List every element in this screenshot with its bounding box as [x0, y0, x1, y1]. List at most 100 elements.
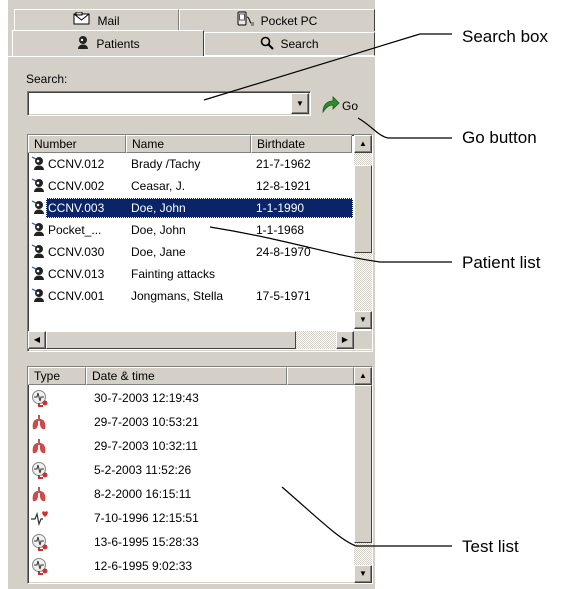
patient-birthdate-cell: 17-5-1971 — [256, 289, 311, 303]
patient-number-cell: CCNV.030 — [48, 245, 105, 259]
patient-row[interactable]: CCNV.030 Doe, Jane 24-8-1970 — [28, 242, 354, 262]
horizontal-scrollbar-thumb[interactable] — [46, 331, 296, 349]
test-datetime-cell: 29-7-2003 10:53:21 — [94, 415, 199, 429]
go-arrow-icon — [320, 95, 340, 118]
spirometry-icon — [30, 413, 50, 431]
callout-go-button: Go button — [462, 128, 537, 147]
scroll-right-button[interactable]: ▶ — [336, 331, 354, 349]
patient-icon — [31, 222, 46, 237]
column-header-date-time[interactable]: Date & time — [86, 367, 287, 385]
patient-name-cell: Brady /Tachy — [131, 157, 201, 171]
test-row[interactable]: 7-10-1996 12:15:51 — [28, 508, 354, 528]
scroll-up-button[interactable]: ▲ — [354, 135, 372, 153]
column-header-name[interactable]: Name — [126, 135, 251, 153]
patient-birthdate-cell: 12-8-1921 — [256, 179, 311, 193]
patient-list[interactable]: Number Name Birthdate CCNV.012 Brady /Tac… — [27, 134, 373, 352]
patient-number-cell: Pocket_... — [48, 223, 102, 237]
test-datetime-cell: 12-6-1995 9:02:33 — [94, 559, 193, 573]
ecg-icon — [30, 509, 50, 527]
tab-search[interactable]: Search — [204, 32, 375, 56]
search-icon — [260, 36, 275, 53]
search-input[interactable]: ▼ — [27, 91, 311, 116]
test-datetime-cell: 13-6-1995 15:28:33 — [94, 535, 199, 549]
patient-icon — [31, 178, 46, 193]
patient-row[interactable]: Pocket_... Doe, John 1-1-1968 — [28, 220, 354, 240]
patient-number-cell: CCNV.003 — [48, 201, 105, 215]
patient-icon — [31, 266, 46, 281]
tab-pocket-pc[interactable]: Pocket PC — [179, 9, 375, 31]
patient-number-cell: CCNV.001 — [48, 289, 105, 303]
test-list[interactable]: Type Date & time 30-7-2003 12:19:43 29-7-… — [27, 366, 373, 584]
mail-icon — [73, 11, 91, 29]
scroll-left-button[interactable]: ◀ — [28, 331, 46, 349]
patient-name-cell: Jongmans, Stella — [131, 289, 224, 303]
test-datetime-cell: 5-2-2003 11:52:26 — [94, 463, 192, 477]
patient-icon — [31, 288, 46, 303]
test-datetime-cell: 7-10-1996 12:15:51 — [94, 511, 199, 525]
patient-number-cell: CCNV.002 — [48, 179, 105, 193]
test-scrollbar-thumb[interactable] — [354, 385, 372, 543]
test-row[interactable]: 8-2-2000 16:15:11 — [28, 484, 354, 504]
scroll-down-button[interactable]: ▼ — [354, 311, 372, 329]
spirometry-icon — [30, 485, 50, 503]
patient-icon — [31, 244, 46, 259]
column-header-birthdate[interactable]: Birthdate — [251, 135, 352, 153]
test-row[interactable]: 5-2-2003 11:52:26 — [28, 460, 354, 480]
patient-birthdate-cell: 1-1-1990 — [256, 201, 305, 215]
holter-test-icon — [30, 461, 50, 479]
test-row[interactable]: 29-7-2003 10:32:11 — [28, 436, 354, 456]
test-scroll-down-button[interactable]: ▼ — [354, 565, 372, 583]
holter-test-icon — [30, 533, 50, 551]
patient-number-cell: CCNV.012 — [48, 157, 105, 171]
tab-mail[interactable]: Mail — [14, 9, 179, 31]
scrollbar-corner — [354, 331, 372, 349]
patient-name-cell: Doe, Jane — [131, 245, 186, 259]
callout-test-list: Test list — [462, 537, 519, 556]
test-row[interactable]: 13-6-1995 15:28:33 — [28, 532, 354, 552]
test-datetime-cell: 30-7-2003 12:19:43 — [94, 391, 199, 405]
patient-number-cell: CCNV.013 — [48, 267, 105, 281]
patient-birthdate-cell — [256, 264, 352, 284]
go-button[interactable]: Go — [320, 94, 370, 118]
callout-search-box: Search box — [462, 27, 548, 46]
column-header-number[interactable]: Number — [28, 135, 126, 153]
search-label: Search: — [26, 72, 68, 86]
patient-row[interactable]: CCNV.003 Doe, John 1-1-1990 — [28, 198, 354, 218]
patient-row[interactable]: CCNV.013 Fainting attacks — [28, 264, 354, 284]
callout-patient-list: Patient list — [462, 253, 541, 272]
patient-birthdate-cell: 21-7-1962 — [256, 157, 311, 171]
spirometry-icon — [30, 437, 50, 455]
patient-row[interactable]: CCNV.012 Brady /Tachy 21-7-1962 — [28, 154, 354, 174]
chevron-down-icon: ▼ — [296, 98, 304, 108]
patient-icon — [31, 156, 46, 171]
application-panel: Mail Pocket PC Patients Search Search: ▼… — [8, 0, 375, 589]
tab-mail-label: Mail — [97, 13, 120, 28]
holter-test-icon — [30, 389, 50, 407]
tab-patients[interactable]: Patients — [12, 30, 204, 56]
patient-name-cell: Doe, John — [131, 223, 186, 237]
holter-test-icon — [30, 557, 50, 575]
scrollbar-thumb[interactable] — [354, 165, 372, 253]
search-dropdown-button[interactable]: ▼ — [291, 93, 309, 114]
test-scroll-up-button[interactable]: ▲ — [354, 367, 372, 385]
pocket-pc-icon — [237, 11, 255, 30]
splitter[interactable] — [8, 354, 375, 362]
test-row[interactable]: 30-7-2003 12:19:43 — [28, 388, 354, 408]
patient-row[interactable]: CCNV.001 Jongmans, Stella 17-5-1971 — [28, 286, 354, 306]
tab-patients-label: Patients — [96, 36, 140, 51]
test-datetime-cell: 8-2-2000 16:15:11 — [94, 487, 192, 501]
patient-birthdate-cell: 24-8-1970 — [256, 245, 311, 259]
patients-icon — [76, 35, 90, 53]
tab-page-edge — [8, 56, 375, 57]
patient-name-cell: Ceasar, J. — [131, 179, 186, 193]
tab-search-label: Search — [280, 37, 319, 51]
test-row[interactable]: 29-7-2003 10:53:21 — [28, 412, 354, 432]
tab-pocket-pc-label: Pocket PC — [260, 13, 318, 28]
column-header-type[interactable]: Type — [28, 367, 86, 385]
test-row[interactable]: 12-6-1995 9:02:33 — [28, 556, 354, 576]
patient-row[interactable]: CCNV.002 Ceasar, J. 12-8-1921 — [28, 176, 354, 196]
test-datetime-cell: 29-7-2003 10:32:11 — [94, 439, 198, 453]
column-header-blank — [287, 367, 354, 385]
go-button-label: Go — [342, 99, 359, 113]
patient-icon — [31, 200, 46, 215]
